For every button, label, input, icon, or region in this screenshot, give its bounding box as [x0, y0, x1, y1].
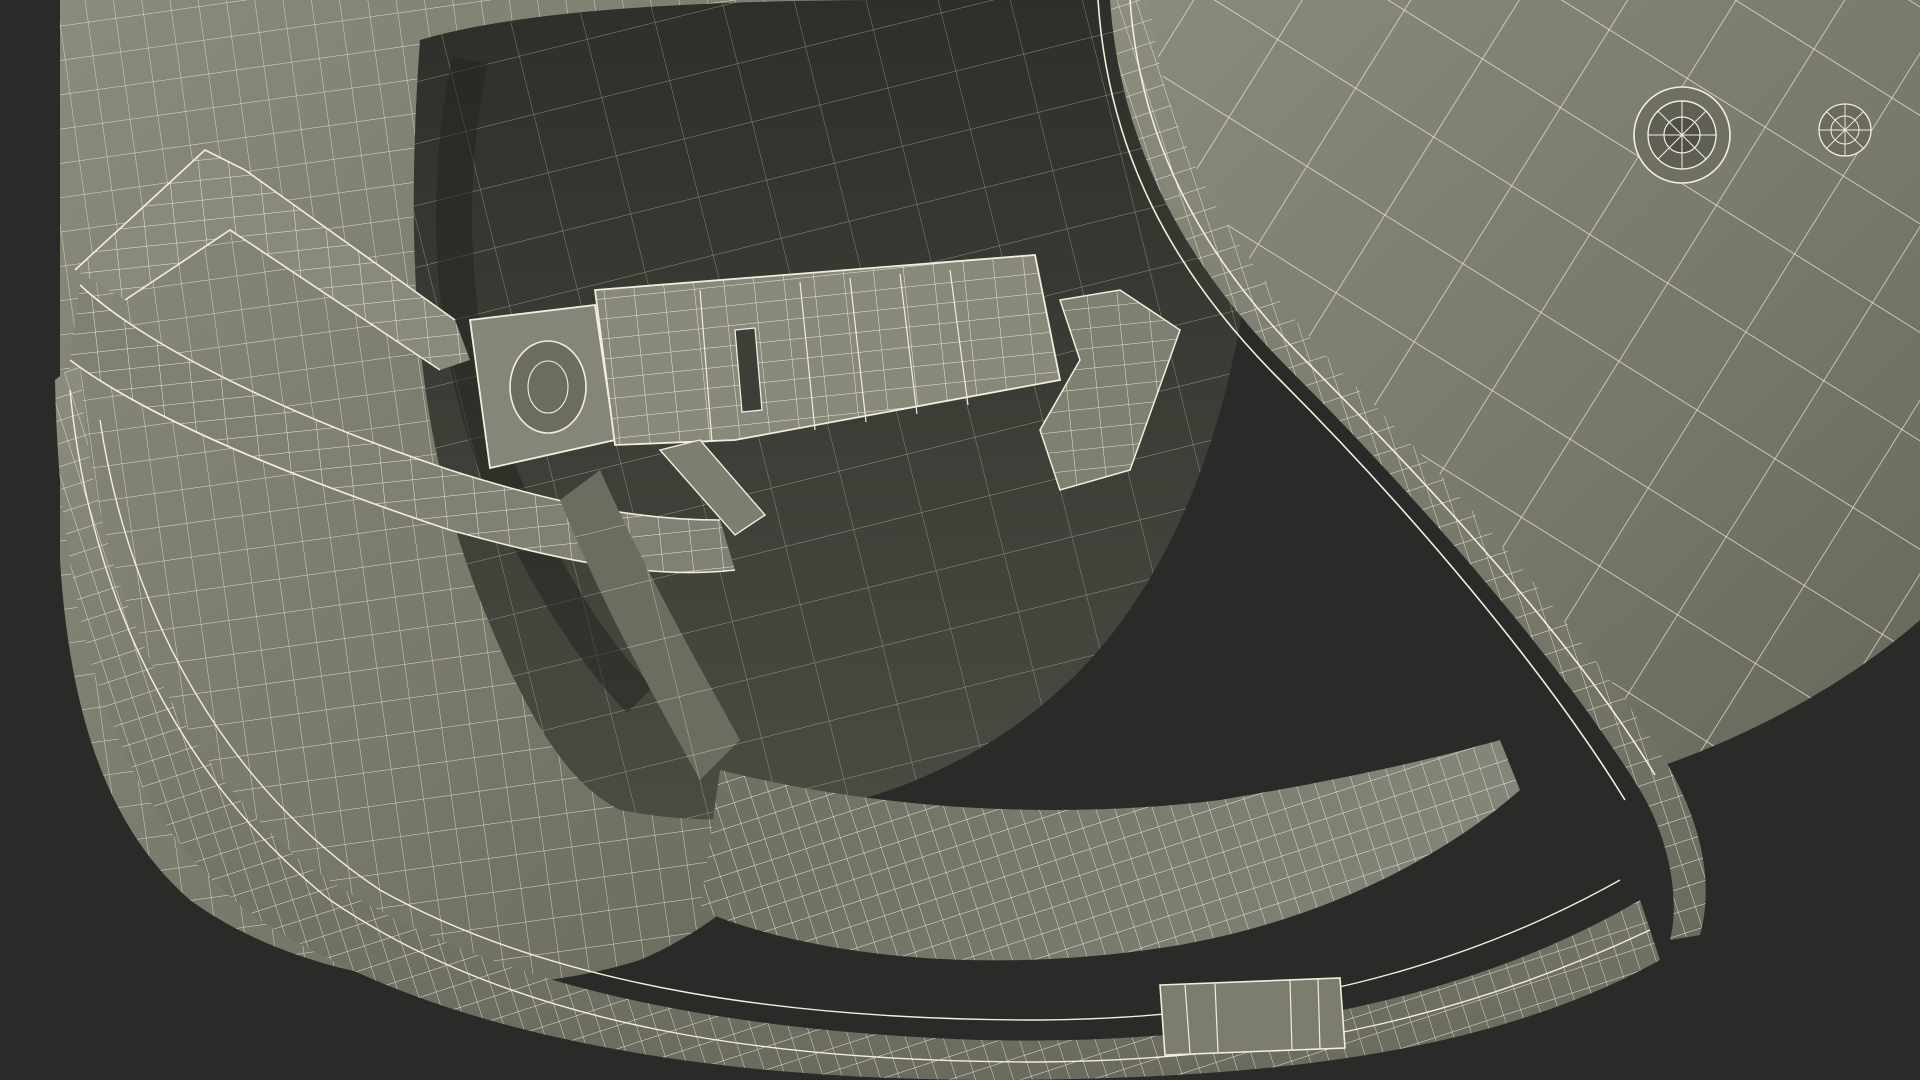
- helmet-wireframe-scene: [0, 0, 1920, 1080]
- rim-clip: [1159, 977, 1346, 1056]
- vent-icon: [1818, 103, 1872, 157]
- rivet-icon: [1633, 86, 1731, 184]
